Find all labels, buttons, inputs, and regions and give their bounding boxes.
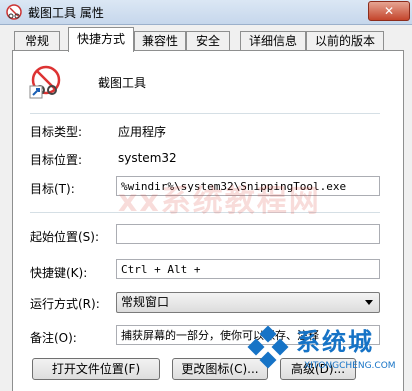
- divider: [30, 113, 380, 114]
- comment-label: 备注(O):: [30, 331, 77, 345]
- advanced-button[interactable]: 高级(D)...: [280, 358, 356, 380]
- window-title: 截图工具 属性: [28, 6, 104, 20]
- hotkey-label: 快捷键(K):: [30, 266, 88, 280]
- tab-general[interactable]: 常规: [14, 31, 60, 51]
- target-location-value: system32: [118, 151, 177, 165]
- chevron-down-icon: [365, 300, 373, 305]
- target-input[interactable]: %windir%\system32\SnippingTool.exe: [116, 176, 380, 196]
- run-label: 运行方式(R):: [30, 297, 100, 311]
- close-button[interactable]: ✕: [368, 1, 410, 21]
- target-location-label: 目标位置:: [30, 153, 83, 167]
- target-type-value: 应用程序: [118, 125, 167, 139]
- close-icon: ✕: [383, 4, 395, 18]
- app-name: 截图工具: [98, 76, 147, 90]
- tab-shortcut[interactable]: 快捷方式: [68, 27, 134, 52]
- open-file-location-button[interactable]: 打开文件位置(F): [32, 358, 160, 380]
- comment-input[interactable]: 捕获屏幕的一部分，使你可以保存、注释: [116, 325, 380, 345]
- divider: [30, 212, 380, 213]
- snipping-tool-icon: [29, 65, 61, 99]
- scissors-icon: [6, 4, 22, 20]
- tab-security[interactable]: 安全: [186, 31, 230, 51]
- tab-details[interactable]: 详细信息: [240, 31, 306, 51]
- title-bar: 截图工具 属性 ✕: [0, 0, 412, 25]
- change-icon-button[interactable]: 更改图标(C)...: [172, 358, 268, 380]
- start-in-input[interactable]: [116, 224, 380, 244]
- tab-previous-versions[interactable]: 以前的版本: [306, 31, 384, 51]
- run-select-value: 常规窗口: [121, 295, 170, 309]
- tab-compatibility[interactable]: 兼容性: [134, 31, 186, 51]
- target-label: 目标(T):: [30, 182, 75, 196]
- run-select[interactable]: 常规窗口: [116, 292, 380, 313]
- hotkey-input[interactable]: Ctrl + Alt +: [116, 259, 380, 279]
- start-in-label: 起始位置(S):: [30, 230, 100, 244]
- target-type-label: 目标类型:: [30, 125, 83, 139]
